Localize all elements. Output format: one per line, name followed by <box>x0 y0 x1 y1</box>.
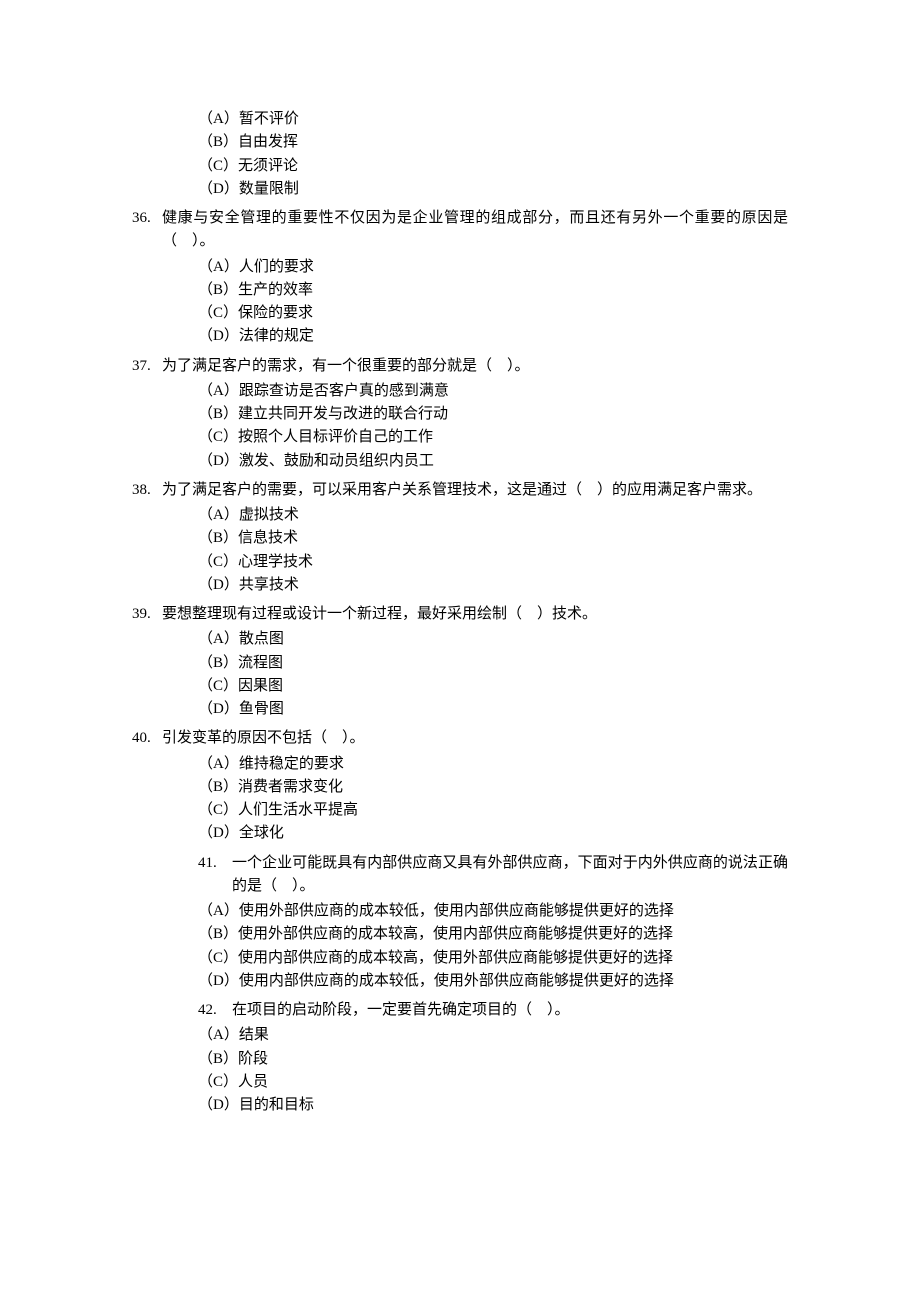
option: （A）暂不评价 <box>198 108 788 131</box>
options-list: （A）虚拟技术 （B）信息技术 （C）心理学技术 （D）共享技术 <box>132 504 788 597</box>
question-text: 为了满足客户的需求，有一个很重要的部分就是（ ）。 <box>162 355 788 378</box>
option: （A）结果 <box>198 1024 788 1047</box>
question-number: 42. <box>198 999 228 1022</box>
options-list: （A）跟踪查访是否客户真的感到满意 （B）建立共同开发与改进的联合行动 （C）按… <box>132 380 788 473</box>
option: （C）按照个人目标评价自己的工作 <box>198 426 788 449</box>
option: （A）虚拟技术 <box>198 504 788 527</box>
exam-page: （A）暂不评价 （B）自由发挥 （C）无须评论 （D）数量限制 36. 健康与安… <box>0 0 920 1183</box>
option: （D）数量限制 <box>198 178 788 201</box>
question-number: 41. <box>198 852 228 899</box>
option: （B）自由发挥 <box>198 131 788 154</box>
question-text: 在项目的启动阶段，一定要首先确定项目的（ ）。 <box>228 999 788 1022</box>
question-number: 39. <box>132 603 162 626</box>
question-stem: 39. 要想整理现有过程或设计一个新过程，最好采用绘制（ ）技术。 <box>132 603 788 626</box>
option: （C）心理学技术 <box>198 551 788 574</box>
question-number: 40. <box>132 727 162 750</box>
option: （B）建立共同开发与改进的联合行动 <box>198 403 788 426</box>
question-text: 为了满足客户的需要，可以采用客户关系管理技术，这是通过（ ）的应用满足客户需求。 <box>162 479 788 502</box>
orphan-options-block: （A）暂不评价 （B）自由发挥 （C）无须评论 （D）数量限制 <box>132 108 788 201</box>
option: （A）散点图 <box>198 628 788 651</box>
question-41: 41. 一个企业可能既具有内部供应商又具有外部供应商，下面对于内外供应商的说法正… <box>132 852 788 994</box>
question-number: 38. <box>132 479 162 502</box>
option: （C）无须评论 <box>198 155 788 178</box>
question-text: 引发变革的原因不包括（ ）。 <box>162 727 788 750</box>
question-stem: 41. 一个企业可能既具有内部供应商又具有外部供应商，下面对于内外供应商的说法正… <box>198 852 788 899</box>
option: （D）共享技术 <box>198 574 788 597</box>
option: （B）消费者需求变化 <box>198 776 788 799</box>
option: （B）流程图 <box>198 652 788 675</box>
question-number: 36. <box>132 207 162 254</box>
option: （A）维持稳定的要求 <box>198 753 788 776</box>
option: （D）鱼骨图 <box>198 698 788 721</box>
question-stem: 37. 为了满足客户的需求，有一个很重要的部分就是（ ）。 <box>132 355 788 378</box>
option: （A）人们的要求 <box>198 256 788 279</box>
option: （C）人们生活水平提高 <box>198 799 788 822</box>
option: （D）法律的规定 <box>198 325 788 348</box>
options-list: （A）散点图 （B）流程图 （C）因果图 （D）鱼骨图 <box>132 628 788 721</box>
option: （D）使用内部供应商的成本较低，使用外部供应商能够提供更好的选择 <box>198 970 788 993</box>
question-text: 一个企业可能既具有内部供应商又具有外部供应商，下面对于内外供应商的说法正确的是（… <box>228 852 788 899</box>
question-stem: 38. 为了满足客户的需要，可以采用客户关系管理技术，这是通过（ ）的应用满足客… <box>132 479 788 502</box>
option: （D）目的和目标 <box>198 1094 788 1117</box>
question-39: 39. 要想整理现有过程或设计一个新过程，最好采用绘制（ ）技术。 （A）散点图… <box>132 603 788 721</box>
options-list: （A）人们的要求 （B）生产的效率 （C）保险的要求 （D）法律的规定 <box>132 256 788 349</box>
options-list: （A）维持稳定的要求 （B）消费者需求变化 （C）人们生活水平提高 （D）全球化 <box>132 753 788 846</box>
option: （B）生产的效率 <box>198 279 788 302</box>
question-40: 40. 引发变革的原因不包括（ ）。 （A）维持稳定的要求 （B）消费者需求变化… <box>132 727 788 845</box>
question-38: 38. 为了满足客户的需要，可以采用客户关系管理技术，这是通过（ ）的应用满足客… <box>132 479 788 597</box>
option: （B）信息技术 <box>198 527 788 550</box>
option: （D）全球化 <box>198 822 788 845</box>
question-text: 健康与安全管理的重要性不仅因为是企业管理的组成部分，而且还有另外一个重要的原因是… <box>162 207 788 254</box>
question-stem: 42. 在项目的启动阶段，一定要首先确定项目的（ ）。 <box>198 999 788 1022</box>
question-37: 37. 为了满足客户的需求，有一个很重要的部分就是（ ）。 （A）跟踪查访是否客… <box>132 355 788 473</box>
option: （A）跟踪查访是否客户真的感到满意 <box>198 380 788 403</box>
option: （D）激发、鼓励和动员组织内员工 <box>198 450 788 473</box>
option: （C）保险的要求 <box>198 302 788 325</box>
question-36: 36. 健康与安全管理的重要性不仅因为是企业管理的组成部分，而且还有另外一个重要… <box>132 207 788 349</box>
option: （B）阶段 <box>198 1048 788 1071</box>
question-stem: 40. 引发变革的原因不包括（ ）。 <box>132 727 788 750</box>
question-stem: 36. 健康与安全管理的重要性不仅因为是企业管理的组成部分，而且还有另外一个重要… <box>132 207 788 254</box>
options-list: （A）结果 （B）阶段 （C）人员 （D）目的和目标 <box>198 1024 788 1117</box>
option: （C）人员 <box>198 1071 788 1094</box>
option: （A）使用外部供应商的成本较低，使用内部供应商能够提供更好的选择 <box>198 900 788 923</box>
question-number: 37. <box>132 355 162 378</box>
options-list: （A）使用外部供应商的成本较低，使用内部供应商能够提供更好的选择 （B）使用外部… <box>198 900 788 993</box>
option: （C）使用内部供应商的成本较高，使用外部供应商能够提供更好的选择 <box>198 947 788 970</box>
question-text: 要想整理现有过程或设计一个新过程，最好采用绘制（ ）技术。 <box>162 603 788 626</box>
option: （C）因果图 <box>198 675 788 698</box>
option: （B）使用外部供应商的成本较高，使用内部供应商能够提供更好的选择 <box>198 923 788 946</box>
question-42: 42. 在项目的启动阶段，一定要首先确定项目的（ ）。 （A）结果 （B）阶段 … <box>132 999 788 1117</box>
